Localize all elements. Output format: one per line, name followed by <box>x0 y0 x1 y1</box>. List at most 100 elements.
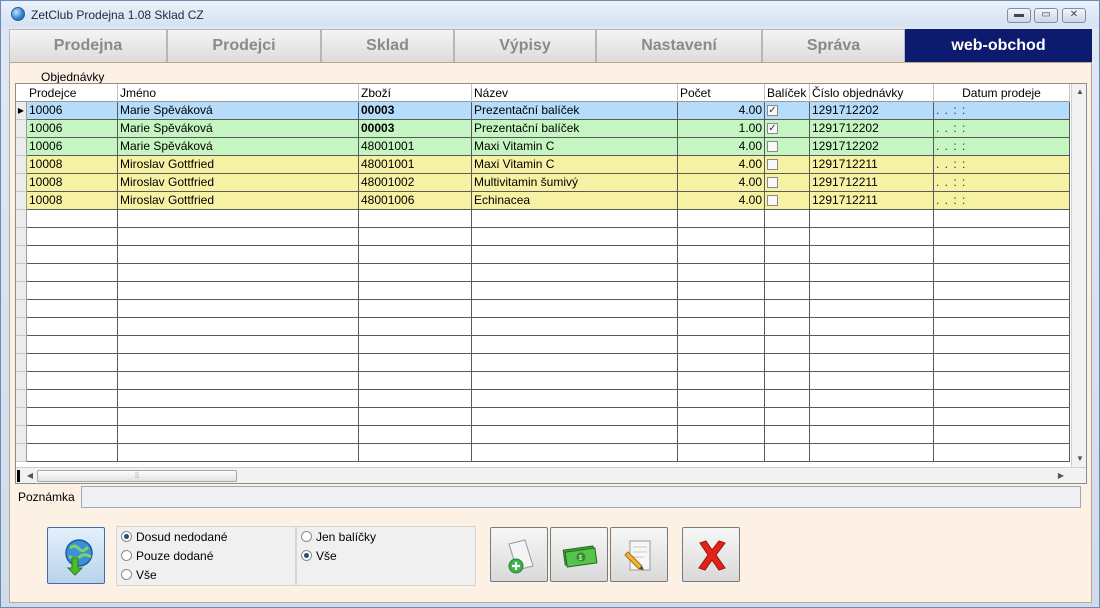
title-bar[interactable]: ZetClub Prodejna 1.08 Sklad CZ ▬ ▭ ✕ <box>1 1 1099 27</box>
cell-datum[interactable] <box>934 354 1070 372</box>
cell-balicek[interactable] <box>765 354 810 372</box>
cell-prodejce[interactable]: 10006 <box>27 102 118 120</box>
cell-jmeno[interactable] <box>118 444 359 462</box>
column-header-pocet[interactable]: Počet <box>678 84 765 102</box>
cell-zbozi[interactable] <box>359 390 472 408</box>
cell-pocet[interactable] <box>678 444 765 462</box>
cell-zbozi[interactable] <box>359 444 472 462</box>
row-indicator[interactable] <box>16 354 27 372</box>
cell-prodejce[interactable] <box>27 210 118 228</box>
cell-cislo[interactable] <box>810 444 934 462</box>
cell-prodejce[interactable] <box>27 390 118 408</box>
cell-prodejce[interactable] <box>27 264 118 282</box>
cell-pocet[interactable] <box>678 264 765 282</box>
cell-balicek[interactable] <box>765 300 810 318</box>
cell-datum[interactable]: . . : : <box>934 174 1070 192</box>
scroll-up-icon[interactable]: ▲ <box>1072 84 1086 100</box>
cell-cislo[interactable] <box>810 408 934 426</box>
cell-jmeno[interactable] <box>118 228 359 246</box>
empty-row[interactable] <box>16 264 1070 282</box>
cell-pocet[interactable] <box>678 426 765 444</box>
cell-datum[interactable]: . . : : <box>934 120 1070 138</box>
cell-prodejce[interactable] <box>27 282 118 300</box>
cell-datum[interactable] <box>934 444 1070 462</box>
cell-balicek[interactable] <box>765 390 810 408</box>
cell-cislo[interactable] <box>810 354 934 372</box>
cell-pocet[interactable]: 4.00 <box>678 156 765 174</box>
cell-jmeno[interactable] <box>118 264 359 282</box>
cell-cislo[interactable]: 1291712202 <box>810 138 934 156</box>
table-row[interactable]: 10006 Marie Spěváková 00003 Prezentační bal… <box>16 120 1070 138</box>
cell-pocet[interactable] <box>678 282 765 300</box>
cell-zbozi[interactable] <box>359 300 472 318</box>
cell-jmeno[interactable]: Miroslav Gottfried <box>118 174 359 192</box>
row-indicator[interactable] <box>16 282 27 300</box>
tab-nastaveni[interactable]: Nastavení <box>596 29 762 62</box>
cell-pocet[interactable] <box>678 390 765 408</box>
column-header-zbozi[interactable]: Zboží <box>359 84 472 102</box>
cell-cislo[interactable] <box>810 228 934 246</box>
cell-pocet[interactable] <box>678 336 765 354</box>
cell-balicek[interactable] <box>765 336 810 354</box>
cell-datum[interactable] <box>934 408 1070 426</box>
cell-prodejce[interactable]: 10006 <box>27 120 118 138</box>
empty-row[interactable] <box>16 372 1070 390</box>
row-indicator[interactable] <box>16 390 27 408</box>
orders-grid[interactable]: Prodejce Jméno Zboží Název Počet Balíček… <box>15 83 1087 484</box>
cell-zbozi[interactable] <box>359 264 472 282</box>
cell-zbozi[interactable] <box>359 336 472 354</box>
cell-nazev[interactable]: Multivitamin šumivý <box>472 174 678 192</box>
empty-row[interactable] <box>16 336 1070 354</box>
cell-pocet[interactable]: 4.00 <box>678 102 765 120</box>
balicek-checkbox[interactable] <box>767 141 778 152</box>
cell-datum[interactable]: . . : : <box>934 138 1070 156</box>
cell-nazev[interactable]: Echinacea <box>472 192 678 210</box>
cell-datum[interactable] <box>934 210 1070 228</box>
cell-balicek[interactable]: ✓ <box>765 120 810 138</box>
cell-jmeno[interactable]: Miroslav Gottfried <box>118 192 359 210</box>
cell-prodejce[interactable] <box>27 246 118 264</box>
cell-cislo[interactable]: 1291712211 <box>810 174 934 192</box>
cell-jmeno[interactable] <box>118 372 359 390</box>
cell-prodejce[interactable]: 10008 <box>27 156 118 174</box>
cell-datum[interactable] <box>934 228 1070 246</box>
tab-vypisy[interactable]: Výpisy <box>454 29 596 62</box>
cell-zbozi[interactable] <box>359 354 472 372</box>
cell-zbozi[interactable]: 00003 <box>359 120 472 138</box>
radio-vse-type-indicator[interactable] <box>301 550 312 561</box>
cell-zbozi[interactable]: 48001002 <box>359 174 472 192</box>
cell-nazev[interactable] <box>472 426 678 444</box>
empty-row[interactable] <box>16 246 1070 264</box>
cell-nazev[interactable] <box>472 444 678 462</box>
cell-prodejce[interactable] <box>27 336 118 354</box>
cell-jmeno[interactable] <box>118 390 359 408</box>
row-indicator[interactable] <box>16 246 27 264</box>
money-button[interactable]: $ <box>550 527 608 582</box>
column-header-prodejce[interactable]: Prodejce <box>27 84 118 102</box>
cell-prodejce[interactable] <box>27 372 118 390</box>
cell-pocet[interactable] <box>678 408 765 426</box>
cell-balicek[interactable] <box>765 426 810 444</box>
cell-nazev[interactable] <box>472 408 678 426</box>
cell-balicek[interactable] <box>765 408 810 426</box>
cell-zbozi[interactable] <box>359 246 472 264</box>
cell-nazev[interactable] <box>472 300 678 318</box>
cell-prodejce[interactable]: 10008 <box>27 174 118 192</box>
cell-balicek[interactable] <box>765 210 810 228</box>
empty-row[interactable] <box>16 300 1070 318</box>
cell-balicek[interactable] <box>765 318 810 336</box>
table-row[interactable]: ▶ 10006 Marie Spěváková 00003 Prezentační ba… <box>16 102 1070 120</box>
horizontal-scrollbar[interactable]: ◀ ⦙⦙ ▶ <box>16 467 1086 483</box>
cell-zbozi[interactable]: 00003 <box>359 102 472 120</box>
cell-prodejce[interactable]: 10006 <box>27 138 118 156</box>
cell-balicek[interactable] <box>765 372 810 390</box>
delete-button[interactable] <box>682 527 740 582</box>
cell-jmeno[interactable] <box>118 336 359 354</box>
cell-zbozi[interactable]: 48001006 <box>359 192 472 210</box>
add-document-button[interactable] <box>490 527 548 582</box>
cell-balicek[interactable] <box>765 246 810 264</box>
cell-balicek[interactable] <box>765 138 810 156</box>
balicek-checkbox[interactable] <box>767 159 778 170</box>
cell-prodejce[interactable] <box>27 228 118 246</box>
table-row[interactable]: 10008 Miroslav Gottfried 48001001 Maxi Vita… <box>16 156 1070 174</box>
